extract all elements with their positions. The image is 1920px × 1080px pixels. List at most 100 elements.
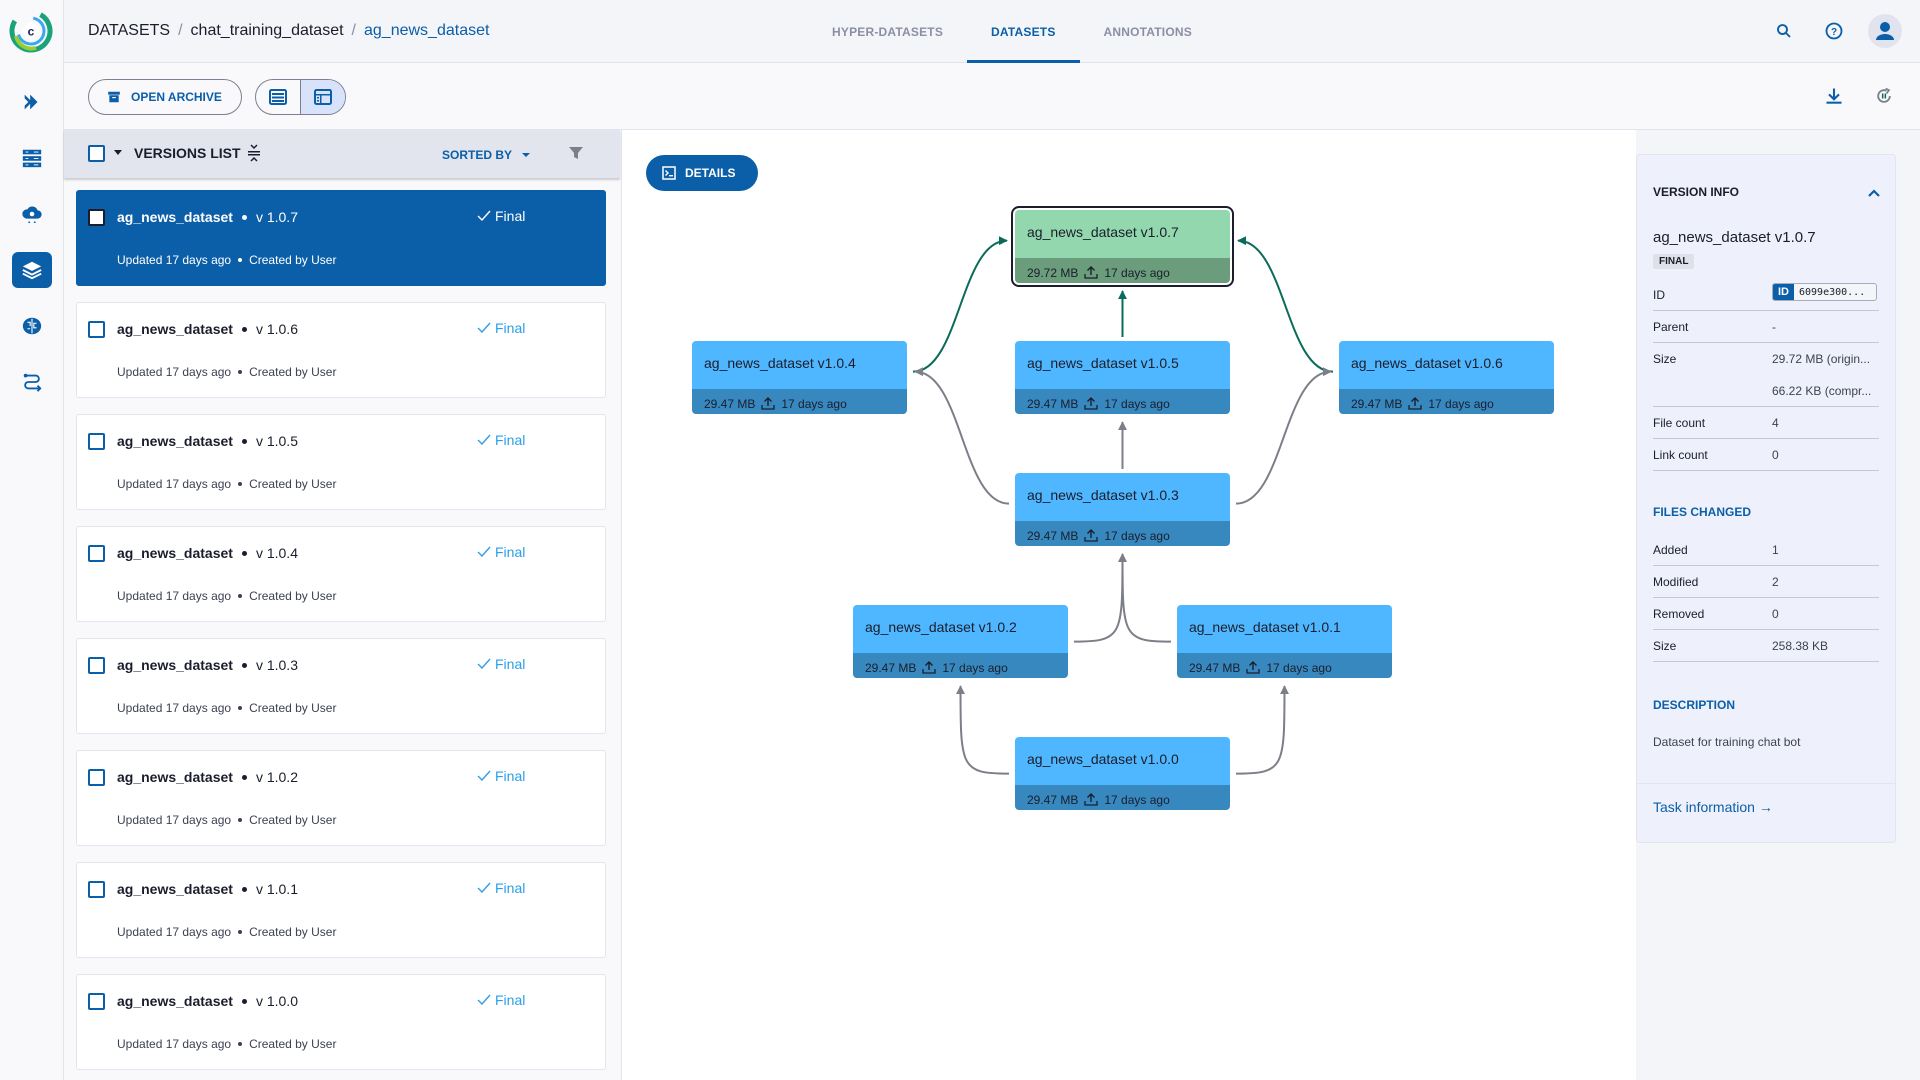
node-footer: 29.47 MB 17 days ago	[853, 653, 1068, 678]
separator-dot	[241, 886, 247, 892]
info-key: Size	[1653, 352, 1677, 366]
download-button[interactable]	[1818, 80, 1850, 112]
task-information-link[interactable]: Task information →	[1653, 799, 1773, 815]
created-by-text: Created by User	[249, 365, 337, 379]
node-label: ag_news_dataset v1.0.1	[1177, 605, 1392, 653]
breadcrumb-datasets[interactable]: DATASETS	[88, 22, 170, 40]
graph-node-v104[interactable]: ag_news_dataset v1.0.4 29.47 MB 17 days ag…	[692, 341, 907, 414]
status-final: Final	[477, 656, 525, 672]
row-checkbox[interactable]	[88, 321, 105, 338]
help-button[interactable]: ?	[1818, 15, 1850, 47]
version-list-item[interactable]: ag_news_dataset v 1.0.5 Final Updated 17 da…	[76, 414, 606, 510]
updated-text: Updated 17 days ago	[117, 365, 232, 379]
graph-node-v103[interactable]: ag_news_dataset v1.0.3 29.47 MB 17 days ag…	[1015, 473, 1230, 546]
auto-refresh-button[interactable]	[1868, 80, 1900, 112]
updated-text: Updated 17 days ago	[117, 253, 232, 267]
version-title: ag_news_dataset v 1.0.0	[117, 993, 298, 1009]
graph-node-v106[interactable]: ag_news_dataset v1.0.6 29.47 MB 17 days ag…	[1339, 341, 1554, 414]
info-value: 0	[1772, 607, 1779, 621]
id-value: 6099e300...	[1799, 286, 1866, 298]
files-changed-title: FILES CHANGED	[1653, 505, 1752, 519]
tab-hyper-datasets[interactable]: HYPER-DATASETS	[808, 0, 967, 63]
status-final: Final	[477, 768, 525, 784]
info-value: 66.22 KB (compr...	[1772, 384, 1872, 398]
sidebar-item-pipelines[interactable]	[12, 196, 52, 232]
row-checkbox[interactable]	[88, 769, 105, 786]
sidebar-item-projects[interactable]	[12, 140, 52, 176]
row-checkbox[interactable]	[88, 209, 105, 226]
graph-node-v102[interactable]: ag_news_dataset v1.0.2 29.47 MB 17 days ag…	[853, 605, 1068, 678]
version-list-item[interactable]: ag_news_dataset v 1.0.7 Final Updated 17 da…	[76, 190, 606, 286]
status-final: Final	[477, 992, 525, 1008]
upload-icon	[1408, 397, 1423, 410]
version-list-item[interactable]: ag_news_dataset v 1.0.4 Final Updated 17 da…	[76, 526, 606, 622]
row-checkbox[interactable]	[88, 993, 105, 1010]
graph-node-v105[interactable]: ag_news_dataset v1.0.5 29.47 MB 17 days ag…	[1015, 341, 1230, 414]
version-list-item[interactable]: ag_news_dataset v 1.0.1 Final Updated 17 da…	[76, 862, 606, 958]
graph-node-v107[interactable]: ag_news_dataset v1.0.7 29.72 MB 17 days ag…	[1011, 206, 1234, 287]
version-name: ag_news_dataset v1.0.7	[1653, 229, 1816, 246]
graph-node-v100[interactable]: ag_news_dataset v1.0.0 29.47 MB 17 days ag…	[1015, 737, 1230, 810]
dataset-name: ag_news_dataset	[117, 881, 233, 897]
row-checkbox[interactable]	[88, 545, 105, 562]
dataset-name: ag_news_dataset	[117, 545, 233, 561]
versions-list-header: VERSIONS LIST SORTED BY	[64, 130, 620, 178]
version-list-item[interactable]: ag_news_dataset v 1.0.6 Final Updated 17 da…	[76, 302, 606, 398]
sidebar-item-models[interactable]	[12, 308, 52, 344]
node-age: 17 days ago	[781, 396, 847, 411]
sidebar-item-orchestration[interactable]	[12, 84, 52, 120]
search-button[interactable]	[1768, 15, 1800, 47]
version-list-item[interactable]: ag_news_dataset v 1.0.0 Final Updated 17 da…	[76, 974, 606, 1070]
version-meta: Updated 17 days ago Created by User	[117, 701, 336, 715]
breadcrumb-dataset[interactable]: ag_news_dataset	[364, 22, 489, 40]
version-list-item[interactable]: ag_news_dataset v 1.0.2 Final Updated 17 da…	[76, 750, 606, 846]
sorted-by-label: SORTED BY	[442, 148, 513, 162]
row-checkbox[interactable]	[88, 657, 105, 674]
tab-datasets[interactable]: DATASETS	[967, 0, 1080, 63]
user-avatar[interactable]	[1868, 14, 1902, 48]
updated-text: Updated 17 days ago	[117, 925, 232, 939]
dataset-name: ag_news_dataset	[117, 993, 233, 1009]
version-number: v 1.0.0	[255, 993, 298, 1009]
info-value: -	[1772, 320, 1776, 334]
details-button[interactable]: DETAILS	[646, 155, 758, 191]
dataset-name: ag_news_dataset	[117, 769, 233, 785]
version-list-item[interactable]: ag_news_dataset v 1.0.3 Final Updated 17 da…	[76, 638, 606, 734]
row-checkbox[interactable]	[88, 881, 105, 898]
select-menu-caret-icon[interactable]	[114, 150, 122, 155]
breadcrumb-project[interactable]: chat_training_dataset	[191, 22, 344, 40]
version-meta: Updated 17 days ago Created by User	[117, 253, 336, 267]
list-view-button[interactable]	[256, 80, 300, 114]
tab-annotations[interactable]: ANNOTATIONS	[1080, 0, 1216, 63]
density-toggle-button[interactable]	[246, 144, 262, 167]
info-key: Size	[1653, 639, 1677, 653]
open-archive-button[interactable]: OPEN ARCHIVE	[88, 79, 242, 115]
version-info-panel: VERSION INFO ag_news_dataset v1.0.7 FINA…	[1636, 154, 1896, 843]
collapse-button[interactable]	[1867, 185, 1881, 203]
upload-icon	[1084, 266, 1099, 279]
separator-dot	[238, 1042, 243, 1046]
select-all-checkbox[interactable]	[88, 145, 105, 162]
chevron-up-icon	[1868, 189, 1880, 197]
filter-button[interactable]	[568, 145, 584, 166]
upload-icon	[1246, 661, 1261, 674]
sidebar-item-workflows[interactable]	[12, 364, 52, 400]
version-number: v 1.0.4	[255, 545, 298, 561]
upload-icon	[922, 661, 937, 674]
id-copy-chip[interactable]: ID 6099e300...	[1772, 283, 1877, 301]
node-size: 29.47 MB	[865, 660, 917, 675]
row-checkbox[interactable]	[88, 433, 105, 450]
separator-dot	[238, 482, 243, 486]
node-label: ag_news_dataset v1.0.6	[1339, 341, 1554, 389]
files-row-modified: Modified 2	[1653, 566, 1879, 598]
details-view-button[interactable]	[300, 80, 345, 114]
clearml-logo[interactable]: c	[8, 8, 54, 54]
graph-node-v101[interactable]: ag_news_dataset v1.0.1 29.47 MB 17 days ag…	[1177, 605, 1392, 678]
sorted-by-dropdown[interactable]: SORTED BY	[442, 148, 531, 162]
node-label: ag_news_dataset v1.0.7	[1015, 210, 1230, 258]
checkmark-icon	[477, 322, 491, 334]
sidebar-item-datasets[interactable]	[12, 252, 52, 288]
user-icon	[1876, 22, 1894, 40]
info-row-parent: Parent -	[1653, 311, 1879, 343]
node-label: ag_news_dataset v1.0.0	[1015, 737, 1230, 785]
